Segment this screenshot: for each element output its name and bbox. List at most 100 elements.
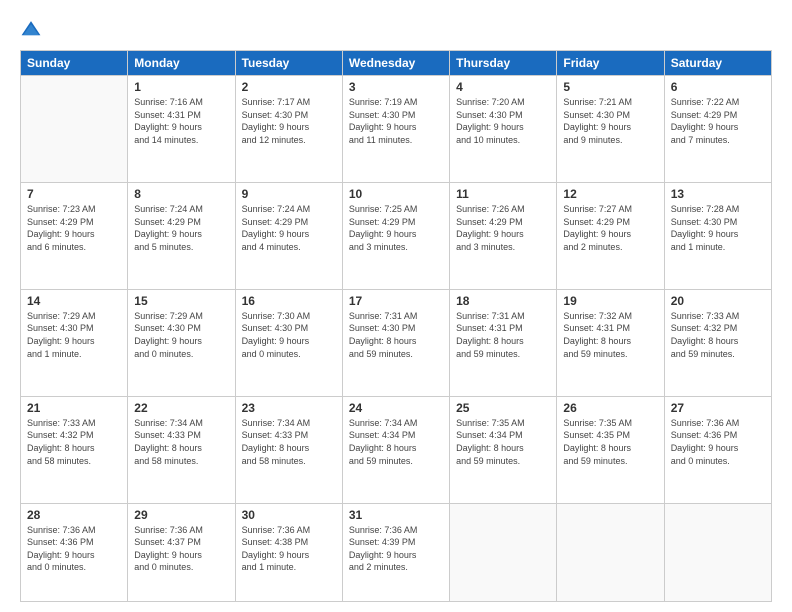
calendar-cell: 1Sunrise: 7:16 AM Sunset: 4:31 PM Daylig… xyxy=(128,76,235,183)
day-number: 9 xyxy=(242,187,336,201)
calendar-cell xyxy=(21,76,128,183)
day-info: Sunrise: 7:26 AM Sunset: 4:29 PM Dayligh… xyxy=(456,203,550,253)
day-info: Sunrise: 7:17 AM Sunset: 4:30 PM Dayligh… xyxy=(242,96,336,146)
calendar: Sunday Monday Tuesday Wednesday Thursday… xyxy=(20,50,772,602)
day-number: 23 xyxy=(242,401,336,415)
calendar-cell: 21 Sunrise: 7:33 AM Sunset: 4:32 PM Dayli… xyxy=(21,396,128,503)
day-info: Sunrise: 7:27 AM Sunset: 4:29 PM Dayligh… xyxy=(563,203,657,253)
day-info: Sunrise: 7:34 AM Sunset: 4:33 PM Dayligh… xyxy=(134,417,228,467)
day-number: 22 xyxy=(134,401,228,415)
day-info: Sunrise: 7:33 AM Sunset: 4:32 PM Dayligh… xyxy=(27,417,121,467)
logo-icon xyxy=(20,18,42,40)
calendar-cell: 24Sunrise: 7:34 AM Sunset: 4:34 PM Dayli… xyxy=(342,396,449,503)
day-info: Sunrise: 7:34 AM Sunset: 4:33 PM Dayligh… xyxy=(242,417,336,467)
calendar-cell: 25 Sunrise: 7:35 AM Sunset: 4:34 PM Dayli… xyxy=(450,396,557,503)
calendar-cell: 14 Sunrise: 7:29 AM Sunset: 4:30 PM Dayli… xyxy=(21,289,128,396)
day-info: Sunrise: 7:31 AM Sunset: 4:31 PM Dayligh… xyxy=(456,310,550,360)
day-number: 3 xyxy=(349,80,443,94)
header-monday: Monday xyxy=(128,51,235,76)
calendar-cell: 9 Sunrise: 7:24 AM Sunset: 4:29 PM Daylig… xyxy=(235,182,342,289)
calendar-cell: 30 Sunrise: 7:36 AM Sunset: 4:38 PM Dayli… xyxy=(235,503,342,601)
calendar-cell: 7 Sunrise: 7:23 AM Sunset: 4:29 PM Daylig… xyxy=(21,182,128,289)
calendar-cell: 22 Sunrise: 7:34 AM Sunset: 4:33 PM Dayli… xyxy=(128,396,235,503)
header-thursday: Thursday xyxy=(450,51,557,76)
calendar-row: 1Sunrise: 7:16 AM Sunset: 4:31 PM Daylig… xyxy=(21,76,772,183)
day-info: Sunrise: 7:33 AM Sunset: 4:32 PM Dayligh… xyxy=(671,310,765,360)
calendar-row: 21 Sunrise: 7:33 AM Sunset: 4:32 PM Dayli… xyxy=(21,396,772,503)
day-info: Sunrise: 7:28 AM Sunset: 4:30 PM Dayligh… xyxy=(671,203,765,253)
day-number: 7 xyxy=(27,187,121,201)
calendar-cell: 8 Sunrise: 7:24 AM Sunset: 4:29 PM Daylig… xyxy=(128,182,235,289)
day-number: 19 xyxy=(563,294,657,308)
day-info: Sunrise: 7:36 AM Sunset: 4:37 PM Dayligh… xyxy=(134,524,228,574)
day-number: 25 xyxy=(456,401,550,415)
day-info: Sunrise: 7:21 AM Sunset: 4:30 PM Dayligh… xyxy=(563,96,657,146)
day-number: 10 xyxy=(349,187,443,201)
calendar-cell: 31Sunrise: 7:36 AM Sunset: 4:39 PM Dayli… xyxy=(342,503,449,601)
day-number: 28 xyxy=(27,508,121,522)
calendar-cell: 13 Sunrise: 7:28 AM Sunset: 4:30 PM Dayli… xyxy=(664,182,771,289)
calendar-row: 14 Sunrise: 7:29 AM Sunset: 4:30 PM Dayli… xyxy=(21,289,772,396)
calendar-cell: 5 Sunrise: 7:21 AM Sunset: 4:30 PM Daylig… xyxy=(557,76,664,183)
calendar-cell: 29Sunrise: 7:36 AM Sunset: 4:37 PM Dayli… xyxy=(128,503,235,601)
calendar-cell: 4 Sunrise: 7:20 AM Sunset: 4:30 PM Daylig… xyxy=(450,76,557,183)
day-info: Sunrise: 7:36 AM Sunset: 4:36 PM Dayligh… xyxy=(671,417,765,467)
day-number: 11 xyxy=(456,187,550,201)
calendar-cell: 15 Sunrise: 7:29 AM Sunset: 4:30 PM Dayli… xyxy=(128,289,235,396)
day-number: 21 xyxy=(27,401,121,415)
day-number: 8 xyxy=(134,187,228,201)
calendar-cell: 12 Sunrise: 7:27 AM Sunset: 4:29 PM Dayli… xyxy=(557,182,664,289)
calendar-cell: 3 Sunrise: 7:19 AM Sunset: 4:30 PM Daylig… xyxy=(342,76,449,183)
calendar-cell: 28 Sunrise: 7:36 AM Sunset: 4:36 PM Dayli… xyxy=(21,503,128,601)
day-info: Sunrise: 7:24 AM Sunset: 4:29 PM Dayligh… xyxy=(242,203,336,253)
day-number: 26 xyxy=(563,401,657,415)
header-tuesday: Tuesday xyxy=(235,51,342,76)
calendar-cell: 20 Sunrise: 7:33 AM Sunset: 4:32 PM Dayli… xyxy=(664,289,771,396)
day-number: 6 xyxy=(671,80,765,94)
day-info: Sunrise: 7:31 AM Sunset: 4:30 PM Dayligh… xyxy=(349,310,443,360)
day-number: 27 xyxy=(671,401,765,415)
calendar-row: 28 Sunrise: 7:36 AM Sunset: 4:36 PM Dayli… xyxy=(21,503,772,601)
day-number: 5 xyxy=(563,80,657,94)
day-number: 15 xyxy=(134,294,228,308)
calendar-cell xyxy=(450,503,557,601)
weekday-header-row: Sunday Monday Tuesday Wednesday Thursday… xyxy=(21,51,772,76)
header-wednesday: Wednesday xyxy=(342,51,449,76)
logo xyxy=(20,18,46,40)
day-info: Sunrise: 7:25 AM Sunset: 4:29 PM Dayligh… xyxy=(349,203,443,253)
day-number: 20 xyxy=(671,294,765,308)
day-number: 16 xyxy=(242,294,336,308)
day-number: 12 xyxy=(563,187,657,201)
day-info: Sunrise: 7:16 AM Sunset: 4:31 PM Dayligh… xyxy=(134,96,228,146)
calendar-cell: 19 Sunrise: 7:32 AM Sunset: 4:31 PM Dayli… xyxy=(557,289,664,396)
day-number: 2 xyxy=(242,80,336,94)
day-number: 17 xyxy=(349,294,443,308)
calendar-cell: 18 Sunrise: 7:31 AM Sunset: 4:31 PM Dayli… xyxy=(450,289,557,396)
day-number: 24 xyxy=(349,401,443,415)
day-info: Sunrise: 7:29 AM Sunset: 4:30 PM Dayligh… xyxy=(134,310,228,360)
calendar-cell xyxy=(557,503,664,601)
calendar-cell: 10 Sunrise: 7:25 AM Sunset: 4:29 PM Dayli… xyxy=(342,182,449,289)
calendar-cell xyxy=(664,503,771,601)
calendar-row: 7 Sunrise: 7:23 AM Sunset: 4:29 PM Daylig… xyxy=(21,182,772,289)
calendar-cell: 27 Sunrise: 7:36 AM Sunset: 4:36 PM Dayli… xyxy=(664,396,771,503)
calendar-cell: 26Sunrise: 7:35 AM Sunset: 4:35 PM Dayli… xyxy=(557,396,664,503)
day-info: Sunrise: 7:36 AM Sunset: 4:38 PM Dayligh… xyxy=(242,524,336,574)
header-saturday: Saturday xyxy=(664,51,771,76)
day-info: Sunrise: 7:36 AM Sunset: 4:36 PM Dayligh… xyxy=(27,524,121,574)
day-info: Sunrise: 7:35 AM Sunset: 4:34 PM Dayligh… xyxy=(456,417,550,467)
day-info: Sunrise: 7:36 AM Sunset: 4:39 PM Dayligh… xyxy=(349,524,443,574)
header xyxy=(20,18,772,40)
day-info: Sunrise: 7:32 AM Sunset: 4:31 PM Dayligh… xyxy=(563,310,657,360)
day-number: 4 xyxy=(456,80,550,94)
day-number: 18 xyxy=(456,294,550,308)
day-info: Sunrise: 7:24 AM Sunset: 4:29 PM Dayligh… xyxy=(134,203,228,253)
day-info: Sunrise: 7:29 AM Sunset: 4:30 PM Dayligh… xyxy=(27,310,121,360)
day-number: 30 xyxy=(242,508,336,522)
day-info: Sunrise: 7:19 AM Sunset: 4:30 PM Dayligh… xyxy=(349,96,443,146)
day-number: 13 xyxy=(671,187,765,201)
day-info: Sunrise: 7:20 AM Sunset: 4:30 PM Dayligh… xyxy=(456,96,550,146)
day-info: Sunrise: 7:23 AM Sunset: 4:29 PM Dayligh… xyxy=(27,203,121,253)
day-number: 14 xyxy=(27,294,121,308)
calendar-cell: 11 Sunrise: 7:26 AM Sunset: 4:29 PM Dayli… xyxy=(450,182,557,289)
